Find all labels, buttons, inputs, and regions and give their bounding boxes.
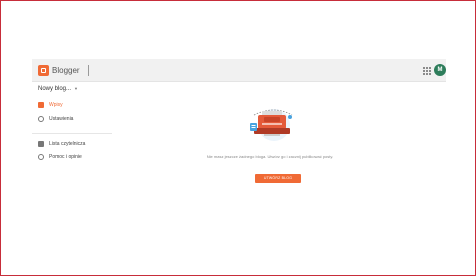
top-bar: Blogger M bbox=[32, 59, 446, 82]
blog-selector-label: Nowy blog... bbox=[38, 86, 72, 92]
screenshot-frame: Blogger M Nowy blog... ▼ Wpisy Ustawienia… bbox=[0, 0, 476, 276]
typewriter-illustration bbox=[250, 109, 293, 141]
reading-list-icon bbox=[38, 141, 44, 147]
posts-icon bbox=[38, 102, 44, 108]
sidebar-item-label: Lista czytelnicza bbox=[49, 141, 86, 147]
title-divider bbox=[88, 65, 89, 76]
app-title[interactable]: Blogger bbox=[52, 65, 80, 76]
blog-selector[interactable]: Nowy blog... ▼ bbox=[38, 85, 78, 93]
caret-down-icon: ▼ bbox=[74, 86, 78, 91]
sidebar-divider bbox=[32, 133, 112, 134]
sidebar-item-label: Ustawienia bbox=[49, 116, 74, 122]
settings-icon bbox=[38, 116, 44, 122]
create-blog-button[interactable]: UTWÓRZ BLOG bbox=[255, 174, 301, 183]
apps-grid-icon[interactable] bbox=[423, 67, 431, 75]
blogger-app-window: Blogger M Nowy blog... ▼ Wpisy Ustawienia… bbox=[32, 59, 446, 259]
blogger-logo-icon[interactable] bbox=[38, 65, 49, 76]
sidebar-item-label: Wpisy bbox=[49, 102, 63, 108]
avatar[interactable]: M bbox=[434, 64, 446, 76]
sidebar-item-label: Pomoc i opinie bbox=[49, 154, 82, 160]
empty-state-message: Nie masz jeszcze żadnego bloga. Utwórz g… bbox=[206, 154, 334, 159]
help-icon bbox=[38, 154, 44, 160]
